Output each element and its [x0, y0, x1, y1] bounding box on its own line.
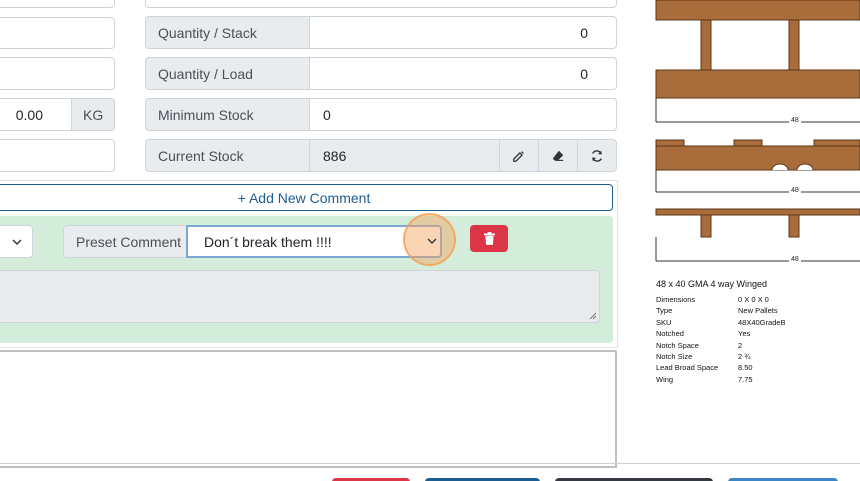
spec-key: Notch Space: [656, 340, 699, 350]
spec-row: Type New Pallets: [656, 305, 856, 316]
notes-box: [0, 350, 617, 468]
spec-value: 8.50: [738, 363, 753, 373]
clear-stock-button[interactable]: [538, 139, 578, 172]
pallet-diagram: 48 48 48: [650, 0, 860, 270]
qty-load-label: Quantity / Load: [145, 57, 310, 90]
spec-key: Notch Size: [656, 351, 693, 361]
resize-handle-icon: [589, 312, 597, 320]
weight-unit: KG: [83, 106, 104, 123]
weight-value: 0.00: [15, 106, 43, 123]
qty-load-input[interactable]: 0: [309, 57, 617, 90]
preset-comment-selected: Don´t break them !!!!: [204, 233, 332, 250]
dimension-label-1: 48: [789, 117, 801, 124]
qty-stack-input[interactable]: 0: [309, 16, 617, 49]
spec-row: SKU 48X40GradeB: [656, 317, 856, 328]
spec-row: Dimensions 0 X 0 X 0: [656, 294, 856, 305]
qty-load-value: 0: [580, 65, 588, 82]
qty-stack-label-text: Quantity / Stack: [158, 24, 257, 41]
spec-value: 7.75: [738, 374, 753, 384]
refresh-icon: [591, 149, 603, 162]
current-stock-value: 886: [323, 147, 347, 164]
weight-input[interactable]: 0.00: [0, 98, 72, 131]
comment-type-select[interactable]: [0, 225, 33, 258]
edit-stock-button[interactable]: [499, 139, 539, 172]
page-divider: [0, 463, 860, 464]
input-top-partial[interactable]: [0, 0, 115, 8]
dimension-label-2: 48: [789, 187, 801, 194]
spec-key: Wing: [656, 374, 674, 384]
spec-key: Dimensions: [656, 295, 696, 304]
qty-stack-label: Quantity / Stack: [145, 16, 310, 49]
qty-load-label-text: Quantity / Load: [158, 65, 253, 82]
qty-stack-value: 0: [580, 24, 588, 41]
spec-value: 2 ¾: [738, 351, 751, 361]
refresh-stock-button[interactable]: [577, 139, 617, 172]
spec-key: SKU: [656, 317, 672, 327]
trash-icon: [483, 232, 495, 245]
spec-value: 0 X 0 X 0: [738, 295, 769, 304]
add-comment-label: + Add New Comment: [237, 189, 371, 206]
comment-textarea[interactable]: [0, 270, 600, 323]
edit-icon: [513, 150, 524, 162]
spec-row: Lead Broad Space 8.50: [656, 362, 856, 373]
pallet-specs: Dimensions 0 X 0 X 0 Type New Pallets SKU 48X…: [656, 294, 856, 385]
spec-row: Notch Space 2: [656, 340, 856, 351]
current-stock-field: 886: [309, 139, 500, 172]
spec-key: Type: [656, 306, 673, 316]
input-partial-2[interactable]: [0, 57, 115, 90]
add-comment-button[interactable]: + Add New Comment: [0, 184, 613, 211]
min-stock-input[interactable]: 0: [309, 98, 617, 131]
chevron-down-icon: [12, 239, 22, 245]
chevron-down-icon: [427, 238, 437, 244]
spec-key: Notched: [656, 329, 684, 339]
current-stock-label: Current Stock: [145, 139, 310, 172]
spec-value: 48X40GradeB: [738, 317, 786, 327]
preset-comment-label-text: Preset Comment: [76, 233, 182, 250]
weight-unit-addon: KG: [71, 98, 115, 131]
spec-value: 2: [738, 340, 743, 350]
spec-value: New Pallets: [738, 306, 778, 316]
dimension-label-3: 48: [789, 256, 801, 263]
pallet-drawing: [655, 0, 860, 262]
input-top-right-partial[interactable]: [145, 0, 617, 8]
min-stock-label-text: Minimum Stock: [158, 106, 254, 123]
min-stock-value: 0: [323, 106, 331, 123]
input-partial-3[interactable]: [0, 139, 115, 172]
input-partial-1[interactable]: [0, 17, 115, 49]
spec-key: Lead Broad Space: [656, 363, 719, 373]
eraser-icon: [552, 150, 564, 161]
spec-row: Wing 7.75: [656, 374, 856, 385]
spec-value: Yes: [738, 329, 751, 339]
spec-row: Notch Size 2 ¾: [656, 351, 856, 362]
spec-row: Notched Yes: [656, 328, 856, 339]
current-stock-label-text: Current Stock: [158, 147, 244, 164]
min-stock-label: Minimum Stock: [145, 98, 310, 131]
preset-comment-label: Preset Comment: [63, 225, 187, 258]
delete-comment-button[interactable]: [470, 225, 508, 252]
pallet-title: 48 x 40 GMA 4 way Winged: [656, 279, 768, 289]
